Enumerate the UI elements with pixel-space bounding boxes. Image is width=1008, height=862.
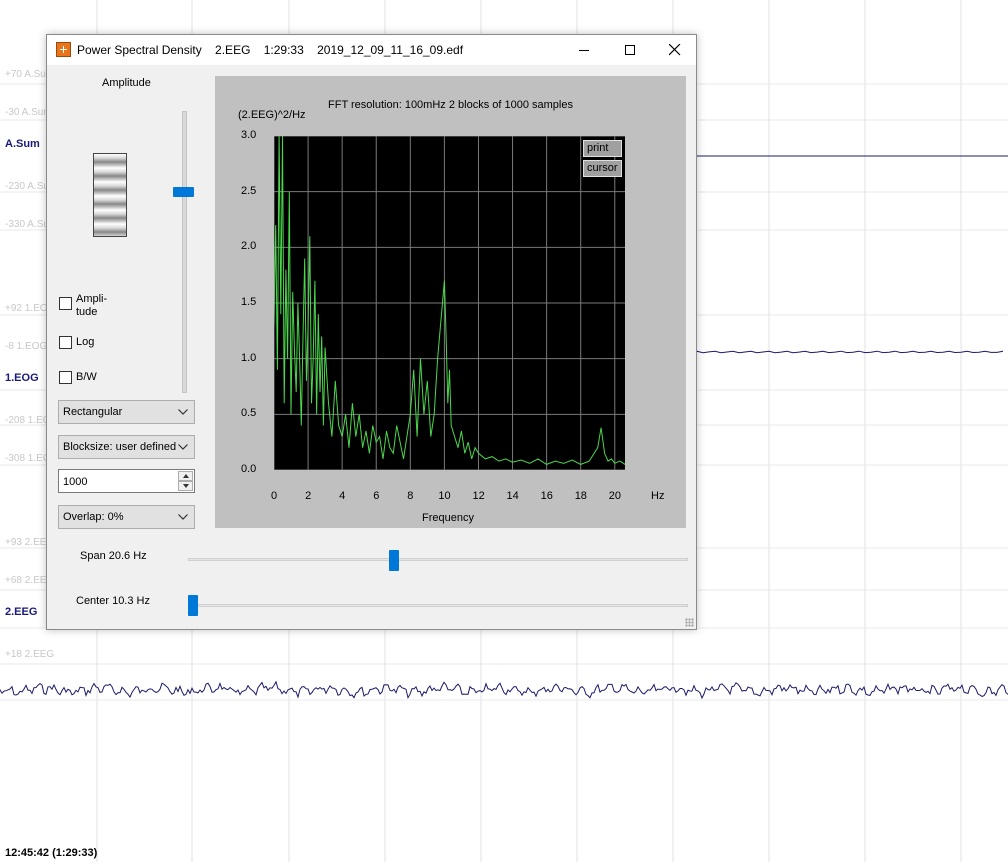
overlap-value: Overlap: 0% bbox=[63, 511, 124, 523]
center-slider-thumb[interactable] bbox=[188, 595, 198, 616]
overlap-select[interactable]: Overlap: 0% bbox=[58, 505, 195, 529]
x-axis-label: Frequency bbox=[422, 512, 474, 524]
log-checkbox-label: Log bbox=[76, 336, 95, 348]
chevron-down-icon bbox=[178, 409, 188, 415]
log-checkbox[interactable] bbox=[59, 336, 72, 349]
bw-checkbox[interactable] bbox=[59, 371, 72, 384]
y-tick-label: 0.5 bbox=[241, 407, 257, 420]
resize-grip[interactable] bbox=[685, 618, 694, 627]
blocksize-spinbox[interactable] bbox=[58, 469, 195, 493]
x-tick-label: 4 bbox=[339, 490, 346, 502]
y-tick-label: 1.0 bbox=[241, 351, 257, 364]
bw-checkbox-label: B/W bbox=[76, 371, 97, 383]
window-title: Power Spectral Density 2.EEG 1:29:33 201… bbox=[77, 43, 464, 57]
time-position-label: 12:45:42 (1:29:33) bbox=[5, 847, 98, 859]
amplitude-knob[interactable] bbox=[93, 153, 127, 237]
y-tick-label: 1.5 bbox=[241, 296, 257, 308]
x-tick-label: 18 bbox=[574, 490, 587, 502]
channel-name-label[interactable]: 1.EOG bbox=[5, 372, 39, 384]
x-tick-label: 8 bbox=[407, 490, 414, 502]
x-tick-label: 10 bbox=[438, 490, 451, 502]
blocksize-input[interactable] bbox=[61, 472, 175, 491]
print-button[interactable]: print bbox=[583, 140, 622, 157]
amplitude-label: Amplitude bbox=[102, 77, 151, 89]
app-icon bbox=[56, 42, 71, 57]
spin-up-button[interactable] bbox=[178, 471, 193, 481]
close-button[interactable] bbox=[652, 35, 698, 65]
psd-plot-panel: FFT resolution: 100mHz 2 blocks of 1000 … bbox=[215, 76, 686, 528]
blocksize-value: Blocksize: user defined bbox=[63, 441, 177, 453]
x-tick-label: 20 bbox=[608, 490, 622, 502]
y-tick-label: 0.0 bbox=[241, 463, 257, 475]
amplitude-checkbox-label-line1: Ampli- bbox=[76, 293, 108, 305]
channel-name-label[interactable]: A.Sum bbox=[5, 138, 40, 150]
y-tick-label: 2.5 bbox=[241, 184, 257, 197]
window-function-select[interactable]: Rectangular bbox=[58, 400, 195, 424]
x-tick-label: 6 bbox=[373, 490, 380, 502]
channel-name-label[interactable]: 2.EEG bbox=[5, 606, 37, 618]
title-bar[interactable]: Power Spectral Density 2.EEG 1:29:33 201… bbox=[47, 35, 696, 65]
amplitude-checkbox[interactable] bbox=[59, 297, 72, 310]
x-tick-label: 0 bbox=[271, 490, 278, 502]
x-tick-label: 2 bbox=[305, 490, 312, 502]
y-axis-label: (2.EEG)^2/Hz bbox=[238, 109, 306, 121]
channel-scale-label: -8 1.EOG bbox=[5, 341, 48, 352]
spin-down-button[interactable] bbox=[178, 481, 193, 491]
y-tick-label: 3.0 bbox=[241, 129, 257, 141]
span-label: Span 20.6 Hz bbox=[80, 550, 147, 562]
close-icon bbox=[669, 44, 681, 56]
psd-window: Power Spectral Density 2.EEG 1:29:33 201… bbox=[46, 34, 697, 630]
span-slider-thumb[interactable] bbox=[389, 550, 399, 571]
span-slider-track[interactable] bbox=[188, 558, 688, 561]
cursor-button[interactable]: cursor bbox=[583, 160, 622, 177]
maximize-button[interactable] bbox=[607, 35, 653, 65]
blocksize-select[interactable]: Blocksize: user defined bbox=[58, 435, 195, 459]
x-tick-label: 14 bbox=[506, 490, 519, 502]
chevron-down-icon bbox=[178, 444, 188, 450]
amplitude-slider-thumb[interactable] bbox=[173, 187, 194, 197]
y-tick-label: 2.0 bbox=[241, 240, 257, 253]
channel-scale-label: +18 2.EEG bbox=[5, 649, 55, 660]
amplitude-slider-track[interactable] bbox=[182, 111, 187, 393]
minimize-button[interactable] bbox=[561, 35, 607, 65]
x-unit-label: Hz bbox=[651, 490, 665, 502]
eeg-trace bbox=[0, 680, 1008, 700]
center-label: Center 10.3 Hz bbox=[76, 595, 150, 607]
center-slider-track[interactable] bbox=[188, 604, 688, 607]
plot-header: FFT resolution: 100mHz 2 blocks of 1000 … bbox=[328, 99, 573, 111]
eog-trace bbox=[696, 350, 1004, 354]
chevron-down-icon bbox=[178, 514, 188, 520]
x-tick-label: 12 bbox=[472, 490, 485, 502]
x-tick-label: 16 bbox=[540, 490, 553, 502]
amplitude-checkbox-label: Ampli- tude bbox=[76, 293, 107, 319]
channel-scale-label: -30 A.Sum bbox=[5, 107, 52, 118]
window-function-value: Rectangular bbox=[63, 406, 123, 418]
psd-chart[interactable] bbox=[274, 136, 625, 470]
amplitude-checkbox-label-line2: tude bbox=[76, 306, 98, 318]
